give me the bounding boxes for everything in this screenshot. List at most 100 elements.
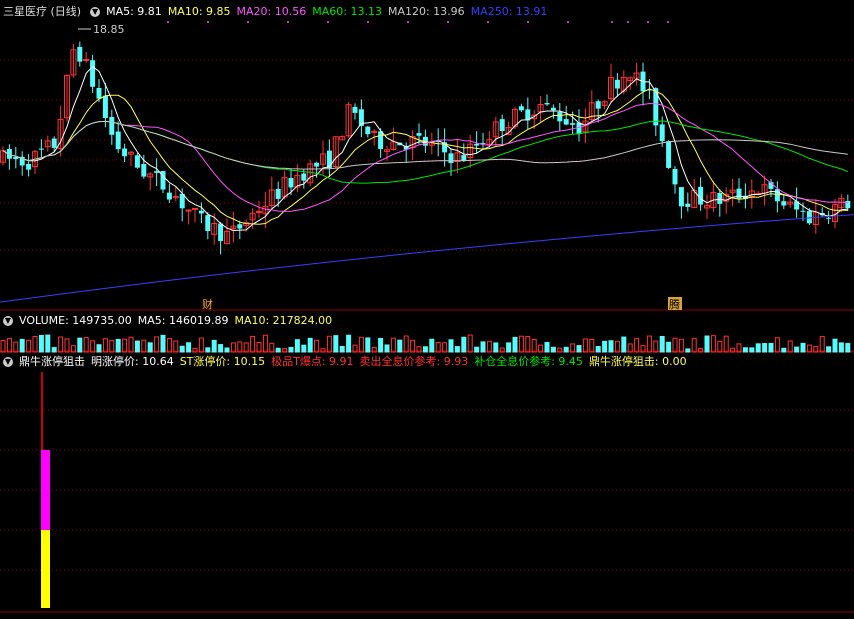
ma10-label: MA10: 9.85 <box>167 5 231 18</box>
volume-bar <box>531 338 537 353</box>
candle-body <box>698 186 704 205</box>
volume-bar <box>691 337 697 353</box>
volume-bar <box>800 342 806 353</box>
chevron-down-icon[interactable]: ▼ <box>3 357 13 367</box>
signal-dot <box>487 21 489 23</box>
candle-body <box>461 155 467 161</box>
volume-bar <box>429 338 435 353</box>
volume-bar <box>576 345 582 353</box>
volume-bar <box>832 338 838 353</box>
indicator-segment <box>41 530 50 608</box>
st-limit-price: ST涨停价: 10.15 <box>179 355 266 368</box>
volume-bar <box>307 337 313 353</box>
candle-body <box>576 122 582 135</box>
candle-body <box>275 188 281 199</box>
volume-bar <box>237 341 243 353</box>
stock-title[interactable]: 三星医疗 (日线) <box>3 4 81 20</box>
candle-body <box>685 203 691 207</box>
volume-bar <box>115 338 121 353</box>
volume-bar <box>186 342 192 353</box>
ma20-label: MA20: 10.56 <box>236 5 307 18</box>
candle-body <box>448 153 454 163</box>
candle-body <box>96 87 102 99</box>
volume-bar <box>128 336 134 353</box>
volume-bar <box>467 334 473 353</box>
signal-dot <box>527 21 529 23</box>
candle-body <box>256 210 262 213</box>
candle-body <box>198 210 204 214</box>
volume-bar <box>154 336 160 353</box>
candle-body <box>653 88 659 126</box>
candle-body <box>115 131 121 150</box>
volume-bar <box>595 345 601 353</box>
volume-bar <box>845 343 851 353</box>
indicator-name[interactable]: 鼎牛涨停狙击 <box>19 354 85 370</box>
candle-body <box>109 117 115 135</box>
stock-chart[interactable]: 18.85 财 腾 <box>0 0 854 619</box>
candle-body <box>672 169 678 185</box>
ma60-label: MA60: 13.13 <box>312 5 382 18</box>
volume-bar <box>198 337 204 353</box>
volume-bar <box>659 335 665 353</box>
chevron-down-icon[interactable]: ▼ <box>90 7 101 17</box>
volume-bar <box>58 336 64 353</box>
volume-bar <box>384 344 390 353</box>
volume-bar <box>755 343 761 353</box>
signal-dot <box>567 21 569 23</box>
volume-bar <box>723 335 729 353</box>
volume-bar <box>6 337 12 353</box>
candle-body <box>544 103 550 105</box>
signal-dot <box>627 21 629 23</box>
volume-bar <box>762 343 768 353</box>
sell-reference: 卖出全息价参考: 9.93 <box>359 355 469 368</box>
volume-bar <box>224 347 230 353</box>
candle-body <box>666 141 672 168</box>
volume-bar <box>749 347 755 353</box>
volume-bar <box>614 340 620 353</box>
candle-body <box>192 207 198 210</box>
event-marker-cai[interactable]: 财 <box>202 297 213 311</box>
volume-bar <box>422 346 428 353</box>
volume-bar <box>141 339 147 353</box>
volume-bar <box>480 341 486 353</box>
volume-bar <box>45 334 51 353</box>
indicator-segment <box>41 372 43 450</box>
candle-body <box>51 138 57 148</box>
volume-bar <box>621 336 627 353</box>
volume-bar <box>742 347 748 353</box>
volume-bar <box>646 335 652 353</box>
volume-bar <box>365 337 371 353</box>
t-burst-point: 极品T爆点: 9.91 <box>271 355 354 368</box>
volume-bar <box>19 338 25 353</box>
candle-body <box>774 189 780 202</box>
signal-dot <box>327 21 329 23</box>
candle-body <box>371 130 378 133</box>
buy-reference: 补仓全息价参考: 9.45 <box>474 355 583 368</box>
indicator-legend: ▼ 鼎牛涨停狙击 明涨停价: 10.64 ST涨停价: 10.15 极品T爆点:… <box>0 354 693 370</box>
volume-bar <box>294 339 300 353</box>
candle-body <box>659 124 665 142</box>
volume-bar <box>339 345 345 353</box>
volume-bar <box>787 340 793 353</box>
candle-body <box>185 209 192 212</box>
ma5-label: MA5: 9.81 <box>106 5 162 18</box>
volume-bar <box>275 347 281 353</box>
volume-bar <box>582 338 588 353</box>
volume-bar <box>32 336 38 353</box>
snipe-value: 鼎牛涨停狙击: 0.00 <box>588 355 687 368</box>
chevron-down-icon[interactable]: ▼ <box>3 316 13 326</box>
volume-bar <box>96 344 102 353</box>
volume-bar <box>794 346 800 353</box>
volume-bar <box>90 340 96 353</box>
candle-body <box>781 201 787 206</box>
candle-body <box>570 123 576 125</box>
candle-body <box>614 79 620 89</box>
volume-bar <box>448 339 454 353</box>
volume-bars <box>0 334 851 353</box>
volume-bar <box>147 342 153 353</box>
volume-bar <box>518 335 524 353</box>
candle-body <box>416 133 422 136</box>
volume-bar <box>461 336 467 353</box>
volume-bar <box>38 334 44 353</box>
event-marker-teng[interactable]: 腾 <box>669 297 680 311</box>
